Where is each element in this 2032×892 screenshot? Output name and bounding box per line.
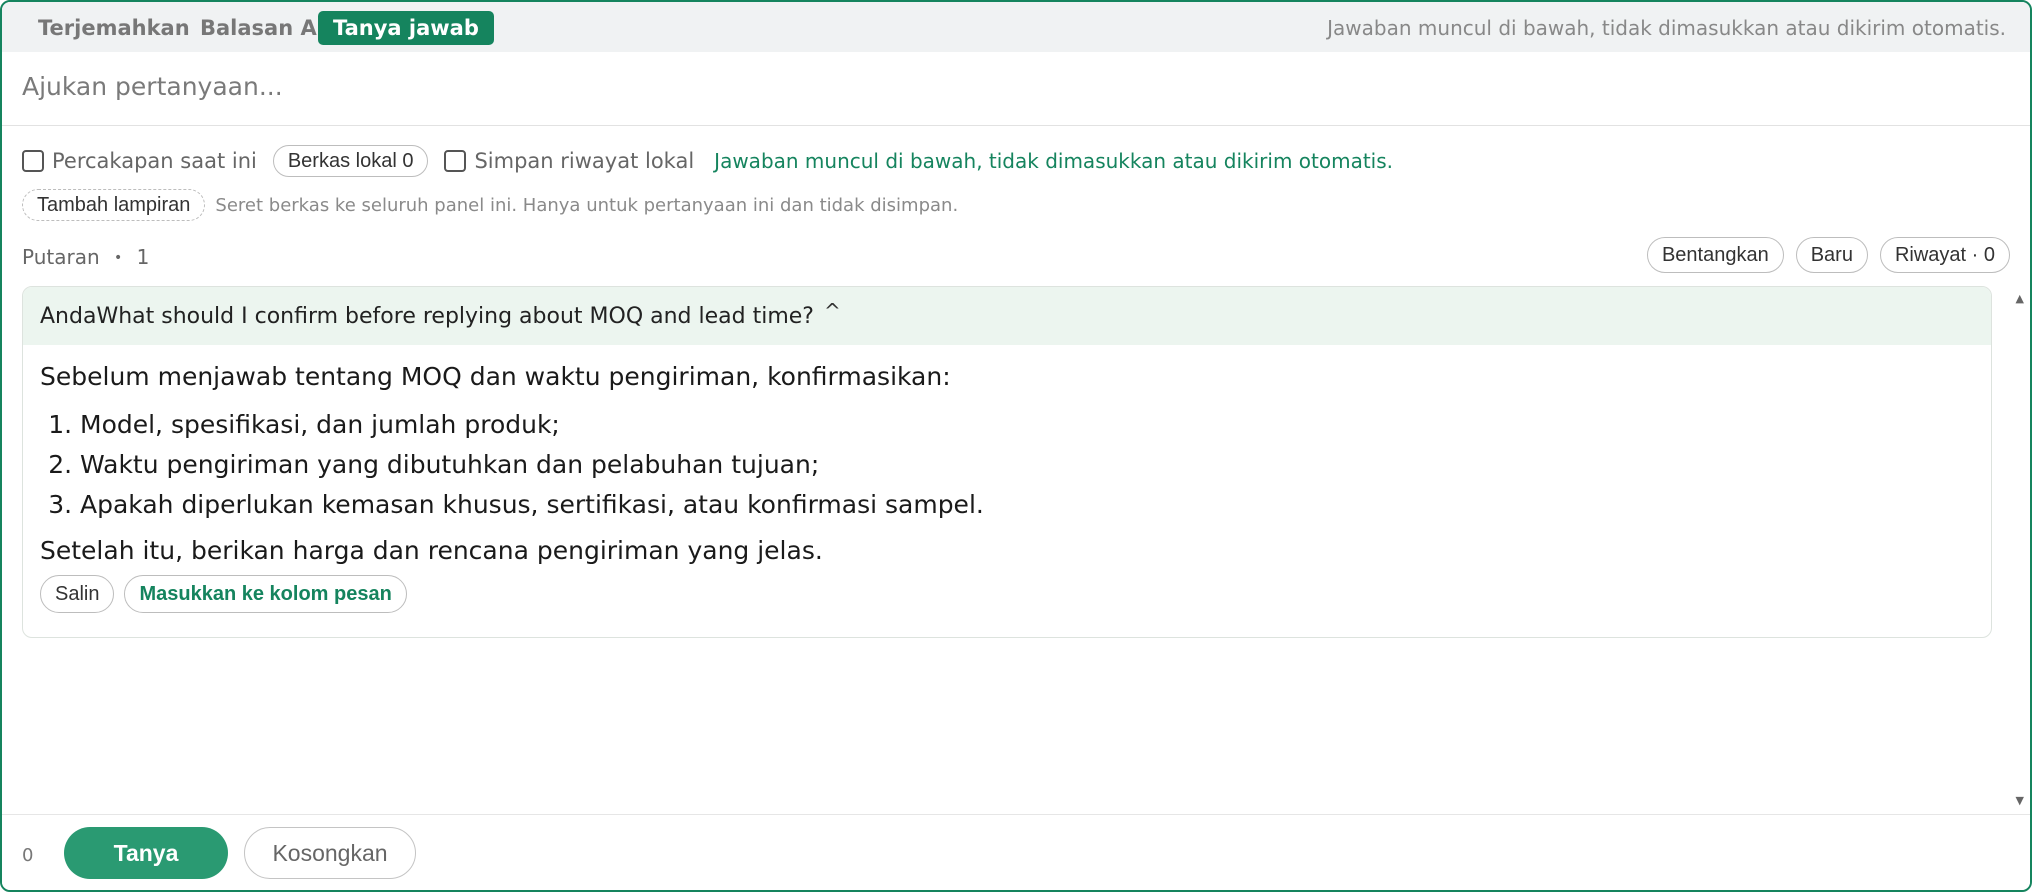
attachment-row: Tambah lampiran Seret berkas ke seluruh … <box>22 188 958 222</box>
collapse-caret-icon[interactable]: ^ <box>824 299 841 323</box>
attachment-hint: Seret berkas ke seluruh panel ini. Hanya… <box>215 194 959 216</box>
list-item: Model, spesifikasi, dan jumlah produk; <box>80 405 1974 445</box>
status-text: Jawaban muncul di bawah, tidak dimasukka… <box>714 149 1394 173</box>
clear-button[interactable]: Kosongkan <box>244 827 416 879</box>
tab-bar: Terjemahkan Balasan AI Tanya jawab Jawab… <box>2 2 2030 52</box>
list-item: Apakah diperlukan kemasan khusus, sertif… <box>80 485 1974 525</box>
answer-intro: Sebelum menjawab tentang MOQ dan waktu p… <box>40 362 951 391</box>
tab-qa[interactable]: Tanya jawab <box>318 11 494 45</box>
char-count: 0 <box>22 845 34 866</box>
save-history-label: Simpan riwayat lokal <box>474 149 695 173</box>
speaker-label: Anda <box>40 303 97 329</box>
list-item: Waktu pengiriman yang dibutuhkan dan pel… <box>80 445 1974 485</box>
answer-actions: Salin Masukkan ke kolom pesan <box>40 575 1974 613</box>
turn-counter: Putaran • 1 <box>22 242 149 275</box>
answer-outro: Setelah itu, berikan harga dan rencana p… <box>40 536 823 565</box>
scroll-up-arrow-icon[interactable]: ▲ <box>2016 292 2024 305</box>
options-row: Percakapan saat ini Berkas lokal 0 Simpa… <box>22 144 1393 178</box>
save-history-checkbox[interactable] <box>444 150 467 172</box>
expand-button[interactable]: Bentangkan <box>1646 237 1784 273</box>
current-chat-label: Percakapan saat ini <box>52 149 257 173</box>
tab-ai-reply[interactable]: Balasan AI <box>185 11 340 45</box>
new-button[interactable]: Baru <box>1795 237 1868 273</box>
top-actions: Bentangkan Baru Riwayat · 0 <box>1646 237 2010 273</box>
ask-button[interactable]: Tanya <box>64 827 228 879</box>
question-text: What should I confirm before replying ab… <box>96 303 814 329</box>
turn-label: Putaran <box>22 245 100 269</box>
turn-count: 1 <box>136 245 150 269</box>
conversation-header[interactable]: Anda What should I confirm before replyin… <box>23 287 1991 345</box>
turn-separator: • <box>114 250 123 266</box>
footer-bar: 0 Tanya Kosongkan <box>2 814 2030 890</box>
local-files-button[interactable]: Berkas lokal 0 <box>272 145 429 177</box>
copy-button[interactable]: Salin <box>40 575 115 613</box>
question-input[interactable] <box>2 52 2030 126</box>
tab-hint-text: Jawaban muncul di bawah, tidak dimasukka… <box>1327 16 2006 40</box>
tab-translate[interactable]: Terjemahkan <box>23 11 205 45</box>
answer-list: Model, spesifikasi, dan jumlah produk; W… <box>40 405 1974 525</box>
add-attachment-button[interactable]: Tambah lampiran <box>22 189 206 221</box>
history-button[interactable]: Riwayat · 0 <box>1879 237 2010 273</box>
conversation-card: Anda What should I confirm before replyin… <box>22 286 1992 638</box>
scroll-down-arrow-icon[interactable]: ▼ <box>2016 794 2024 807</box>
current-chat-checkbox[interactable] <box>22 150 44 172</box>
answer-body: Sebelum menjawab tentang MOQ dan waktu p… <box>23 345 1991 613</box>
insert-to-message-button[interactable]: Masukkan ke kolom pesan <box>124 575 407 613</box>
qa-panel: Terjemahkan Balasan AI Tanya jawab Jawab… <box>0 0 2032 892</box>
